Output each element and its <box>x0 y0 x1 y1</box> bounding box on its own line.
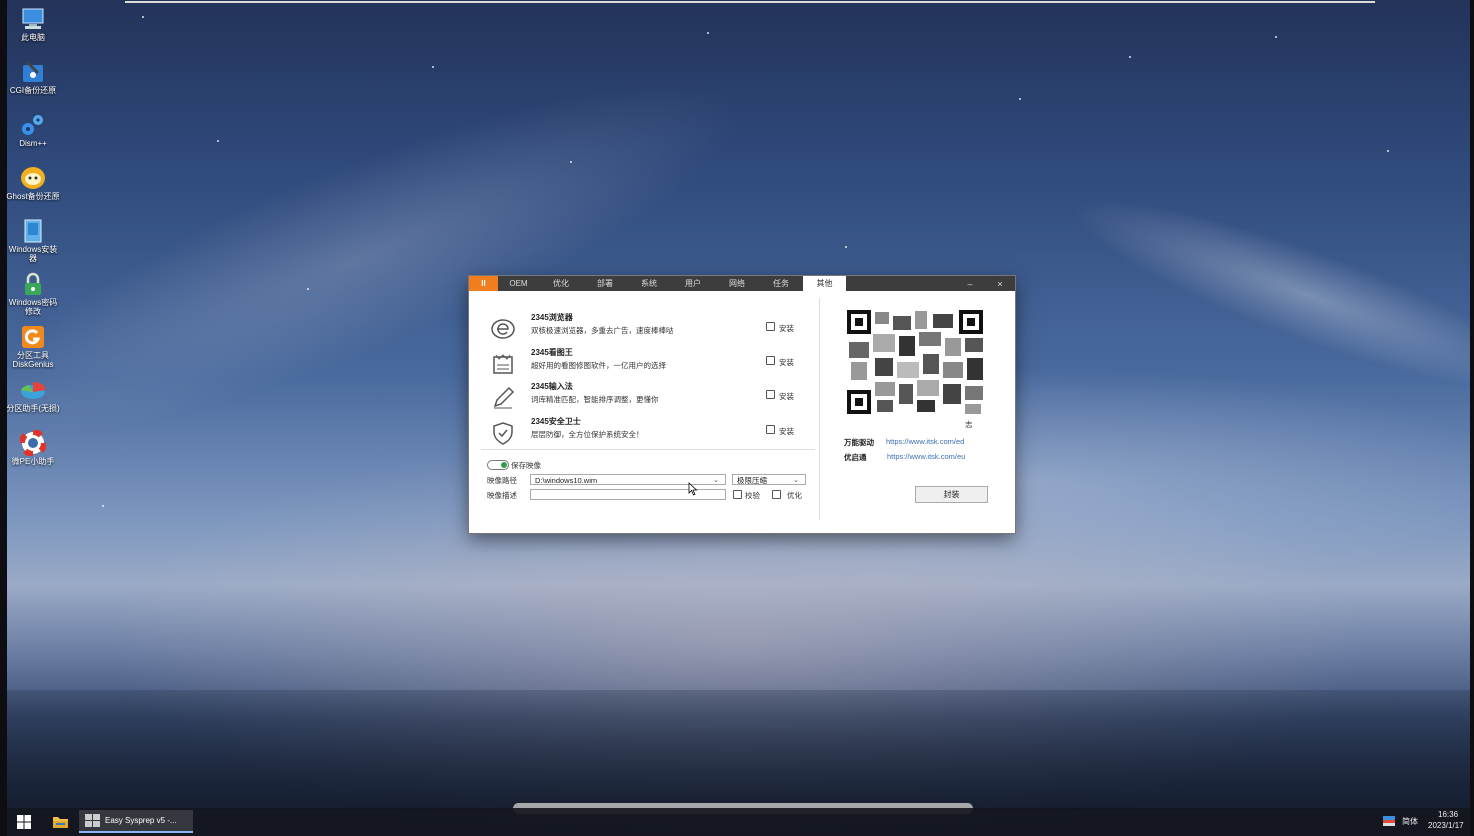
verify-checkbox[interactable] <box>733 490 742 499</box>
image-path-value: D:\windows10.wim <box>535 476 598 485</box>
install-label: 安装 <box>779 392 794 401</box>
desktop-icon-diskgenius[interactable]: 分区工具DiskGenius <box>7 320 59 373</box>
mouse-cursor-icon <box>688 482 698 496</box>
install-label: 安装 <box>779 324 794 333</box>
optimize-label: 优化 <box>787 491 802 500</box>
desktop-icon-win-password[interactable]: Windows密码修改 <box>7 267 59 320</box>
shield-icon <box>493 422 513 445</box>
link-driver[interactable]: https://www.itsk.com/ed <box>886 437 964 446</box>
desktop-icon-partition-assistant[interactable]: 分区助手(无损) <box>6 373 60 426</box>
install-checkbox[interactable] <box>766 390 775 399</box>
tray-date[interactable]: 2023/1/17 <box>1428 821 1464 830</box>
install-checkbox[interactable] <box>766 356 775 365</box>
desktop-icon-win-installer[interactable]: Windows安装器 <box>7 214 59 267</box>
image-viewer-icon <box>493 354 513 374</box>
dism-gears-icon <box>19 111 47 139</box>
software-name: 2345输入法 <box>531 382 573 391</box>
window-titlebar[interactable]: II OEM 优化 部署 系统 用户 网络 任务 其他 – × <box>469 276 1015 291</box>
tab-user[interactable]: 用户 <box>671 276 715 291</box>
software-desc: 超好用的看图修图软件，一亿用户的选择 <box>531 361 666 370</box>
taskbar: Easy Sysprep v5 -... 简体 16:36 2023/1/17 <box>7 808 1470 836</box>
install-label: 安装 <box>779 427 794 436</box>
desktop-icon-dism[interactable]: Dism++ <box>7 108 59 161</box>
qr-code-image[interactable] <box>845 308 987 416</box>
verify-label: 校验 <box>745 491 760 500</box>
software-item: 2345安全卫士 层层防御，全方位保护系统安全！ 安装 <box>487 415 807 449</box>
start-windows-icon[interactable] <box>17 815 31 829</box>
lifebuoy-icon <box>19 429 47 457</box>
image-path-label: 映像路径 <box>487 476 517 485</box>
tab-other[interactable]: 其他 <box>803 276 846 291</box>
tray-time[interactable]: 16:36 <box>1438 810 1458 819</box>
optimize-checkbox[interactable] <box>772 490 781 499</box>
tab-system[interactable]: 系统 <box>627 276 671 291</box>
tab-network[interactable]: 网络 <box>715 276 759 291</box>
pen-icon <box>493 386 515 409</box>
install-checkbox[interactable] <box>766 425 775 434</box>
desktop-icons: 此电脑 CGI备份还原 Dism++ Ghost备份还原 Windows安装器 … <box>6 2 60 479</box>
tab-oem[interactable]: OEM <box>498 276 539 291</box>
software-desc: 双核极速浏览器，多重去广告，速度棒棒哒 <box>531 326 674 335</box>
tab-optimize[interactable]: 优化 <box>539 276 583 291</box>
toggle-knob <box>501 462 507 468</box>
tab-deploy[interactable]: 部署 <box>583 276 627 291</box>
link-label-driver: 万能驱动 <box>844 438 874 447</box>
seal-button[interactable]: 封装 <box>915 486 988 503</box>
install-label: 安装 <box>779 358 794 367</box>
software-item: 2345输入法 词库精准匹配，智能排序调整，更懂你 安装 <box>487 380 807 414</box>
qr-caption: 志 <box>965 420 973 429</box>
save-image-label: 保存映像 <box>511 461 541 470</box>
windows-installer-icon <box>19 217 47 245</box>
panel-divider <box>819 298 820 520</box>
ghost-icon <box>19 164 47 192</box>
software-name: 2345看图王 <box>531 348 573 357</box>
compression-value: 极限压缩 <box>737 476 767 485</box>
taskbar-app-label: Easy Sysprep v5 -... <box>105 816 177 825</box>
network-flag-icon[interactable] <box>1383 816 1395 826</box>
software-item: 2345浏览器 双核极速浏览器，多重去广告，速度棒棒哒 安装 <box>487 311 807 345</box>
software-name: 2345安全卫士 <box>531 417 581 426</box>
easy-sysprep-app-icon <box>85 813 100 827</box>
compression-select[interactable]: 极限压缩 ⌄ <box>732 474 806 485</box>
desktop-sea <box>7 690 1470 810</box>
top-edge-line <box>125 1 1375 3</box>
software-item: 2345看图王 超好用的看图修图软件，一亿用户的选择 安装 <box>487 346 807 380</box>
install-checkbox[interactable] <box>766 322 775 331</box>
desktop-icon-ghost[interactable]: Ghost备份还原 <box>6 161 60 214</box>
tab-task[interactable]: 任务 <box>759 276 803 291</box>
minimize-button[interactable]: – <box>960 276 980 291</box>
partition-assistant-icon <box>19 376 47 404</box>
lock-icon <box>19 270 47 298</box>
browser-e-icon <box>491 319 515 339</box>
chevron-down-icon[interactable]: ⌄ <box>793 475 799 486</box>
software-name: 2345浏览器 <box>531 313 573 322</box>
cgi-backup-icon <box>19 58 47 86</box>
image-desc-label: 映像描述 <box>487 491 517 500</box>
link-label-youqitong: 优启通 <box>844 453 867 462</box>
software-desc: 层层防御，全方位保护系统安全！ <box>531 430 644 439</box>
desktop-icon-this-pc[interactable]: 此电脑 <box>7 2 59 55</box>
section-divider <box>481 449 815 450</box>
desktop-icon-cgi[interactable]: CGI备份还原 <box>7 55 59 108</box>
easy-sysprep-window: II OEM 优化 部署 系统 用户 网络 任务 其他 – × 2345浏览器 … <box>469 276 1015 533</box>
diskgenius-icon <box>19 323 47 351</box>
save-image-toggle[interactable] <box>487 460 509 470</box>
taskbar-app-easy-sysprep[interactable]: Easy Sysprep v5 -... <box>79 810 193 833</box>
software-desc: 词库精准匹配，智能排序调整，更懂你 <box>531 395 659 404</box>
computer-icon <box>19 5 47 33</box>
close-button[interactable]: × <box>990 276 1010 291</box>
link-youqitong[interactable]: https://www.itsk.com/eu <box>887 452 965 461</box>
desktop-icon-wepe[interactable]: 微PE小助手 <box>7 426 59 479</box>
app-logo-icon: II <box>469 276 498 291</box>
ime-indicator[interactable]: 简体 <box>1402 816 1418 827</box>
file-explorer-icon[interactable] <box>52 814 69 829</box>
chevron-down-icon[interactable]: ⌄ <box>713 475 719 486</box>
